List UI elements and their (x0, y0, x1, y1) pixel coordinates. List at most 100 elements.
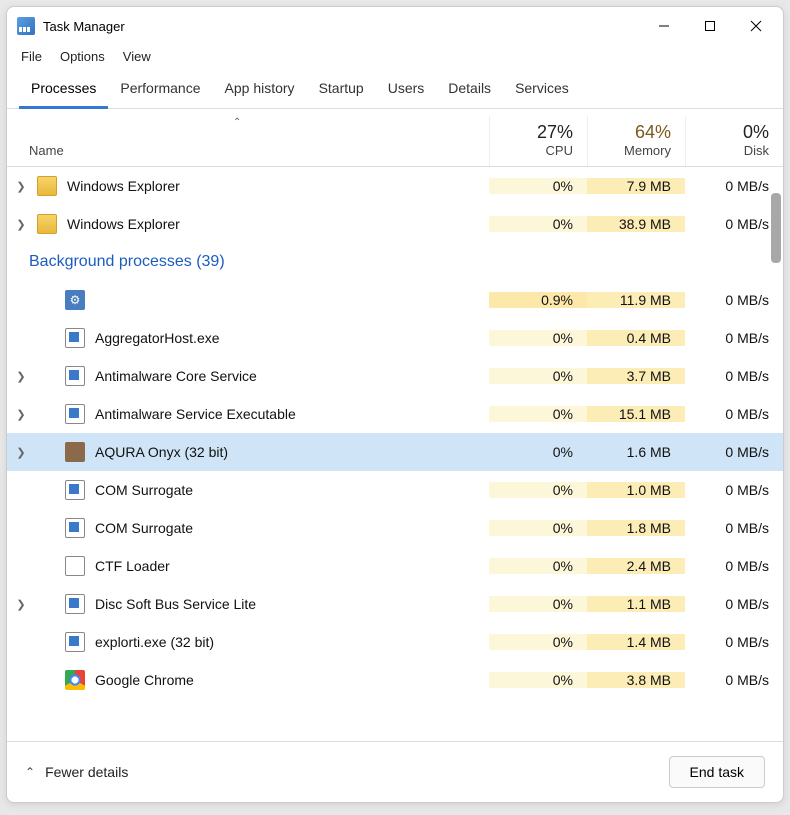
cpu-cell: 0% (489, 634, 587, 650)
process-row[interactable]: ❯ Antimalware Service Executable 0%15.1 MB… (7, 395, 783, 433)
tab-processes[interactable]: Processes (19, 72, 108, 109)
memory-cell: 15.1 MB (587, 406, 685, 422)
cpu-cell: 0.9% (489, 292, 587, 308)
tab-app-history[interactable]: App history (213, 72, 307, 108)
process-name: COM Surrogate (95, 482, 193, 498)
process-name-cell: AggregatorHost.exe (35, 328, 489, 348)
memory-cell: 0.4 MB (587, 330, 685, 346)
process-row[interactable]: explorti.exe (32 bit)0%1.4 MB0 MB/s (7, 623, 783, 661)
process-name-cell: CTF Loader (35, 556, 489, 576)
expand-icon[interactable]: ❯ (7, 218, 35, 231)
end-task-button[interactable]: End task (669, 756, 765, 788)
cpu-cell: 0% (489, 330, 587, 346)
memory-cell: 7.9 MB (587, 178, 685, 194)
window-title: Task Manager (43, 19, 641, 34)
disk-cell: 0 MB/s (685, 634, 783, 650)
process-row[interactable]: ❯Antimalware Core Service0%3.7 MB0 MB/s (7, 357, 783, 395)
process-row[interactable]: AggregatorHost.exe0%0.4 MB0 MB/s (7, 319, 783, 357)
minimize-button[interactable] (641, 10, 687, 42)
process-name: CTF Loader (95, 558, 170, 574)
disk-cell: 0 MB/s (685, 596, 783, 612)
process-name: COM Surrogate (95, 520, 193, 536)
process-name-cell: Disc Soft Bus Service Lite (35, 594, 489, 614)
maximize-button[interactable] (687, 10, 733, 42)
process-row[interactable]: CTF Loader0%2.4 MB0 MB/s (7, 547, 783, 585)
expand-icon[interactable]: ❯ (7, 370, 35, 383)
memory-cell: 38.9 MB (587, 216, 685, 232)
process-name: Windows Explorer (67, 216, 180, 232)
app-icon (65, 366, 85, 386)
process-name-cell: explorti.exe (32 bit) (35, 632, 489, 652)
cpu-cell: 0% (489, 368, 587, 384)
process-name: Antimalware Core Service (95, 368, 257, 384)
fewer-details-button[interactable]: ⌃ Fewer details (25, 764, 128, 780)
titlebar: Task Manager (7, 7, 783, 45)
process-row[interactable]: ❯ Disc Soft Bus Service Lite 0%1.1 MB0 MB/… (7, 585, 783, 623)
chrome-icon (65, 670, 85, 690)
process-name: AQURA Onyx (32 bit) (95, 444, 228, 460)
disk-cell: 0 MB/s (685, 406, 783, 422)
process-name: Antimalware Service Executable (95, 406, 296, 422)
column-name[interactable]: Name (7, 143, 489, 166)
folder-icon (37, 214, 57, 234)
tab-performance[interactable]: Performance (108, 72, 212, 108)
cpu-cell: 0% (489, 520, 587, 536)
disk-cell: 0 MB/s (685, 444, 783, 460)
ctf-icon (65, 556, 85, 576)
gear-icon: ⚙ (65, 290, 85, 310)
cpu-cell: 0% (489, 406, 587, 422)
cpu-cell: 0% (489, 216, 587, 232)
menu-options[interactable]: Options (60, 49, 105, 64)
tab-details[interactable]: Details (436, 72, 503, 108)
process-name: Disc Soft Bus Service Lite (95, 596, 256, 612)
sort-indicator-icon: ⌃ (233, 117, 241, 128)
process-row[interactable]: ❯Windows Explorer0%7.9 MB0 MB/s (7, 167, 783, 205)
cpu-percent: 27% (490, 122, 573, 143)
tab-startup[interactable]: Startup (307, 72, 376, 108)
app-icon (65, 404, 85, 424)
disk-label: Disk (744, 143, 769, 158)
cpu-cell: 0% (489, 482, 587, 498)
cpu-cell: 0% (489, 444, 587, 460)
disk-percent: 0% (686, 122, 769, 143)
disk-cell: 0 MB/s (685, 672, 783, 688)
cpu-cell: 0% (489, 558, 587, 574)
scrollbar-thumb[interactable] (771, 193, 781, 263)
menu-view[interactable]: View (123, 49, 151, 64)
process-name-cell: Windows Explorer (35, 214, 489, 234)
process-row[interactable]: ❯Windows Explorer0%38.9 MB0 MB/s (7, 205, 783, 243)
menu-file[interactable]: File (21, 49, 42, 64)
process-row[interactable]: Google Chrome0%3.8 MB0 MB/s (7, 661, 783, 699)
column-name-label: Name (29, 143, 64, 158)
app-icon (65, 518, 85, 538)
process-name-cell: Windows Explorer (35, 176, 489, 196)
disk-cell: 0 MB/s (685, 520, 783, 536)
process-row[interactable]: COM Surrogate0%1.8 MB0 MB/s (7, 509, 783, 547)
process-name-cell: Google Chrome (35, 670, 489, 690)
expand-icon[interactable]: ❯ (7, 446, 35, 459)
tab-services[interactable]: Services (503, 72, 581, 108)
expand-icon[interactable]: ❯ (7, 180, 35, 193)
tab-users[interactable]: Users (376, 72, 437, 108)
process-list[interactable]: ❯Windows Explorer0%7.9 MB0 MB/s❯Windows … (7, 167, 783, 741)
column-memory[interactable]: 64% Memory (587, 116, 685, 166)
column-cpu[interactable]: 27% CPU (489, 116, 587, 166)
column-headers: ⌃ Name 27% CPU 64% Memory 0% Disk (7, 109, 783, 167)
process-row[interactable]: COM Surrogate0%1.0 MB0 MB/s (7, 471, 783, 509)
memory-cell: 1.1 MB (587, 596, 685, 612)
process-name-cell: Antimalware Service Executable (35, 404, 489, 424)
task-manager-window: Task Manager File Options View Processes… (6, 6, 784, 803)
cpu-cell: 0% (489, 596, 587, 612)
process-row[interactable]: ❯AQURA Onyx (32 bit)0%1.6 MB0 MB/s (7, 433, 783, 471)
process-name-cell: ⚙ (35, 290, 489, 310)
column-disk[interactable]: 0% Disk (685, 116, 783, 166)
memory-percent: 64% (588, 122, 671, 143)
expand-icon[interactable]: ❯ (7, 408, 35, 421)
disk-cell: 0 MB/s (685, 558, 783, 574)
process-name: AggregatorHost.exe (95, 330, 220, 346)
tabbar: Processes Performance App history Startu… (7, 72, 783, 109)
close-button[interactable] (733, 10, 779, 42)
process-row[interactable]: ⚙0.9%11.9 MB0 MB/s (7, 281, 783, 319)
expand-icon[interactable]: ❯ (7, 598, 35, 611)
process-name-cell: COM Surrogate (35, 518, 489, 538)
